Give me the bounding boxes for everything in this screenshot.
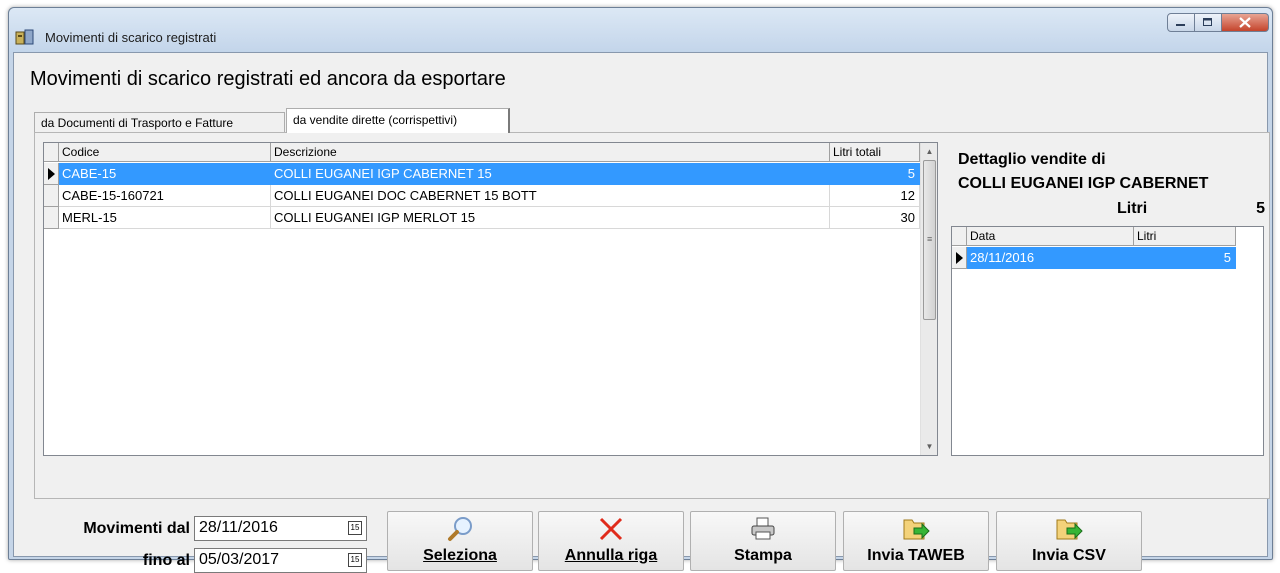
export-icon (1056, 519, 1083, 540)
detail-product-name: COLLI EUGANEI IGP CABERNET (958, 175, 1209, 192)
cell-litri[interactable]: 12 (830, 185, 920, 207)
cell-codice[interactable]: CABE-15-160721 (59, 185, 271, 207)
detail-title: Dettaglio vendite di (958, 151, 1106, 168)
calendar-icon[interactable]: 15 (348, 521, 362, 535)
tab-panel: Codice Descrizione Litri totali CABE-15 … (34, 132, 1270, 499)
annulla-riga-button[interactable]: Annulla riga (538, 511, 684, 571)
client-area: Movimenti di scarico registrati ed ancor… (13, 52, 1270, 573)
scroll-thumb[interactable]: ≡ (923, 160, 936, 320)
date-to-field[interactable]: 05/03/2017 15 (194, 548, 367, 573)
magnifier-icon (448, 517, 472, 541)
column-header-litri[interactable]: Litri (1134, 227, 1236, 246)
row-header-corner (44, 143, 59, 162)
detail-grid[interactable]: Data Litri 28/11/2016 5 (951, 226, 1264, 456)
table-row[interactable]: 28/11/2016 5 (952, 247, 1236, 269)
minimize-icon (1176, 23, 1185, 26)
maximize-icon (1203, 18, 1212, 26)
date-from-field[interactable]: 28/11/2016 15 (194, 516, 367, 541)
invia-taweb-button[interactable]: Invia TAWEB (843, 511, 989, 571)
export-icon (903, 519, 930, 540)
table-row[interactable]: MERL-15 COLLI EUGANEI IGP MERLOT 15 30 (44, 207, 920, 229)
detail-litri-label: Litri (1117, 200, 1148, 217)
current-row-icon (48, 168, 55, 180)
stampa-label: Stampa (734, 547, 792, 564)
date-from-value: 28/11/2016 (199, 519, 278, 536)
invia-csv-button[interactable]: Invia CSV (996, 511, 1142, 571)
annulla-riga-label: Annulla riga (564, 547, 658, 564)
cell-codice[interactable]: MERL-15 (59, 207, 271, 229)
cell-litri[interactable]: 5 (1134, 247, 1236, 269)
cell-descrizione[interactable]: COLLI EUGANEI DOC CABERNET 15 BOTT (271, 185, 830, 207)
seleziona-button[interactable]: Seleziona (387, 511, 533, 571)
stampa-button[interactable]: Stampa (690, 511, 836, 571)
app-window: Movimenti di scarico registrati Moviment… (8, 7, 1273, 573)
table-row[interactable]: CABE-15 COLLI EUGANEI IGP CABERNET 15 5 (44, 163, 920, 185)
cell-descrizione[interactable]: COLLI EUGANEI IGP MERLOT 15 (271, 207, 830, 229)
close-button[interactable] (1222, 13, 1269, 32)
row-header-corner (952, 227, 967, 246)
cell-litri[interactable]: 5 (830, 163, 920, 185)
red-x-icon (599, 517, 623, 541)
invia-csv-label: Invia CSV (1032, 547, 1106, 564)
row-selector[interactable] (44, 185, 59, 207)
action-bar: Movimenti dal 28/11/2016 15 fino al 05/0… (14, 501, 1267, 573)
tab-documenti[interactable]: da Documenti di Trasporto e Fatture (34, 112, 285, 132)
window-title: Movimenti di scarico registrati (45, 30, 217, 45)
invia-taweb-label: Invia TAWEB (867, 547, 965, 564)
cell-data[interactable]: 28/11/2016 (967, 247, 1134, 269)
app-icon (15, 29, 34, 45)
row-selector[interactable] (44, 207, 59, 229)
printer-icon (751, 517, 775, 540)
date-to-label: fino al (142, 552, 190, 569)
tab-vendite-dirette[interactable]: da vendite dirette (corrispettivi) (286, 108, 510, 133)
row-selector[interactable] (44, 163, 59, 185)
maximize-button[interactable] (1195, 13, 1222, 32)
cell-litri[interactable]: 30 (830, 207, 920, 229)
grid-header: Codice Descrizione Litri totali (44, 143, 920, 162)
cell-descrizione[interactable]: COLLI EUGANEI IGP CABERNET 15 (271, 163, 830, 185)
cell-codice[interactable]: CABE-15 (59, 163, 271, 185)
movements-grid[interactable]: Codice Descrizione Litri totali CABE-15 … (43, 142, 938, 456)
column-header-descrizione[interactable]: Descrizione (271, 143, 830, 162)
column-header-codice[interactable]: Codice (59, 143, 271, 162)
row-selector[interactable] (952, 247, 967, 269)
grid-vertical-scrollbar[interactable]: ▲ ≡ ▼ (920, 143, 937, 455)
scroll-grip-icon: ≡ (927, 234, 933, 244)
current-row-icon (956, 252, 963, 264)
scroll-up-arrow-icon[interactable]: ▲ (921, 143, 938, 160)
table-row[interactable]: CABE-15-160721 COLLI EUGANEI DOC CABERNE… (44, 185, 920, 207)
minimize-button[interactable] (1167, 13, 1195, 32)
column-header-data[interactable]: Data (967, 227, 1134, 246)
page-title: Movimenti di scarico registrati ed ancor… (30, 68, 506, 90)
detail-grid-header: Data Litri (952, 227, 1236, 246)
date-to-value: 05/03/2017 (199, 551, 280, 568)
column-header-litri[interactable]: Litri totali (830, 143, 920, 162)
seleziona-label: Seleziona (423, 547, 497, 564)
scroll-down-arrow-icon[interactable]: ▼ (921, 438, 938, 455)
detail-litri-value: 5 (1256, 200, 1265, 217)
date-from-label: Movimenti dal (83, 520, 190, 537)
close-icon (1239, 17, 1251, 28)
title-bar: Movimenti di scarico registrati (9, 8, 1272, 52)
